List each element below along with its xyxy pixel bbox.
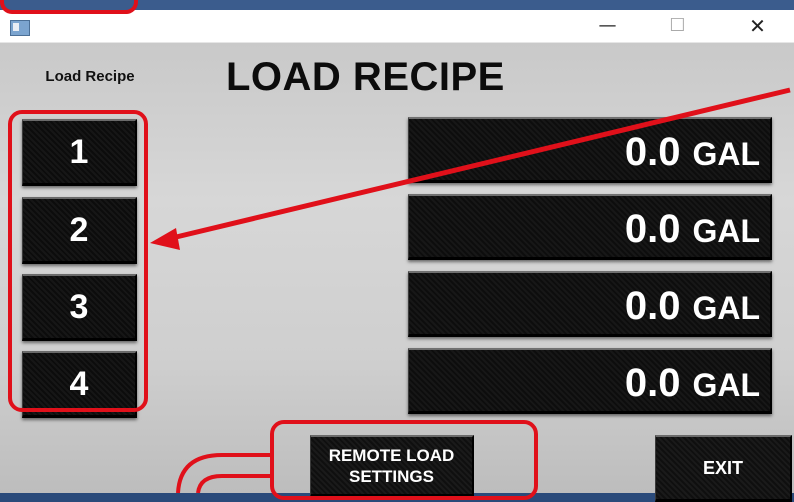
recipe-2-button[interactable]: 2: [22, 197, 137, 264]
close-button[interactable]: ✕: [730, 10, 785, 42]
recipe-3-volume: 0.0 GAL: [408, 271, 772, 337]
recipe-1-volume: 0.0 GAL: [408, 117, 772, 183]
recipe-1-button[interactable]: 1: [22, 119, 137, 186]
recipe-1-value: 0.0: [624, 130, 681, 174]
outer-background: [0, 0, 794, 10]
recipe-2-volume: 0.0 GAL: [408, 194, 772, 260]
app-icon: [10, 20, 30, 36]
recipe-1-unit: GAL: [692, 136, 760, 172]
recipe-4-volume: 0.0 GAL: [408, 348, 772, 414]
remote-load-line2: SETTINGS: [348, 467, 434, 486]
page-title: LOAD RECIPE: [226, 55, 505, 99]
minimize-button[interactable]: —: [580, 10, 635, 42]
recipe-2-value: 0.0: [624, 207, 681, 251]
recipe-3-unit: GAL: [692, 290, 760, 326]
app-window: — ☐ ✕ LOAD RECIPE Load Recipe 1 2 3 4 0.…: [0, 10, 794, 502]
recipe-4-value: 0.0: [624, 361, 681, 405]
title-bar: — ☐ ✕: [0, 10, 794, 43]
remote-load-line1: REMOTE LOAD: [328, 446, 455, 465]
recipe-3-value: 0.0: [624, 284, 681, 328]
recipe-4-unit: GAL: [692, 367, 760, 403]
recipe-2-unit: GAL: [692, 213, 760, 249]
exit-button[interactable]: EXIT: [655, 435, 792, 502]
remote-load-settings-button[interactable]: REMOTE LOAD SETTINGS: [310, 435, 474, 497]
recipe-4-button[interactable]: 4: [22, 351, 137, 418]
recipe-3-button[interactable]: 3: [22, 274, 137, 341]
load-recipe-label: Load Recipe: [45, 68, 135, 85]
maximize-button[interactable]: ☐: [650, 10, 705, 42]
recipe-panel: LOAD RECIPE Load Recipe 1 2 3 4 0.0 GAL 0…: [0, 43, 794, 502]
